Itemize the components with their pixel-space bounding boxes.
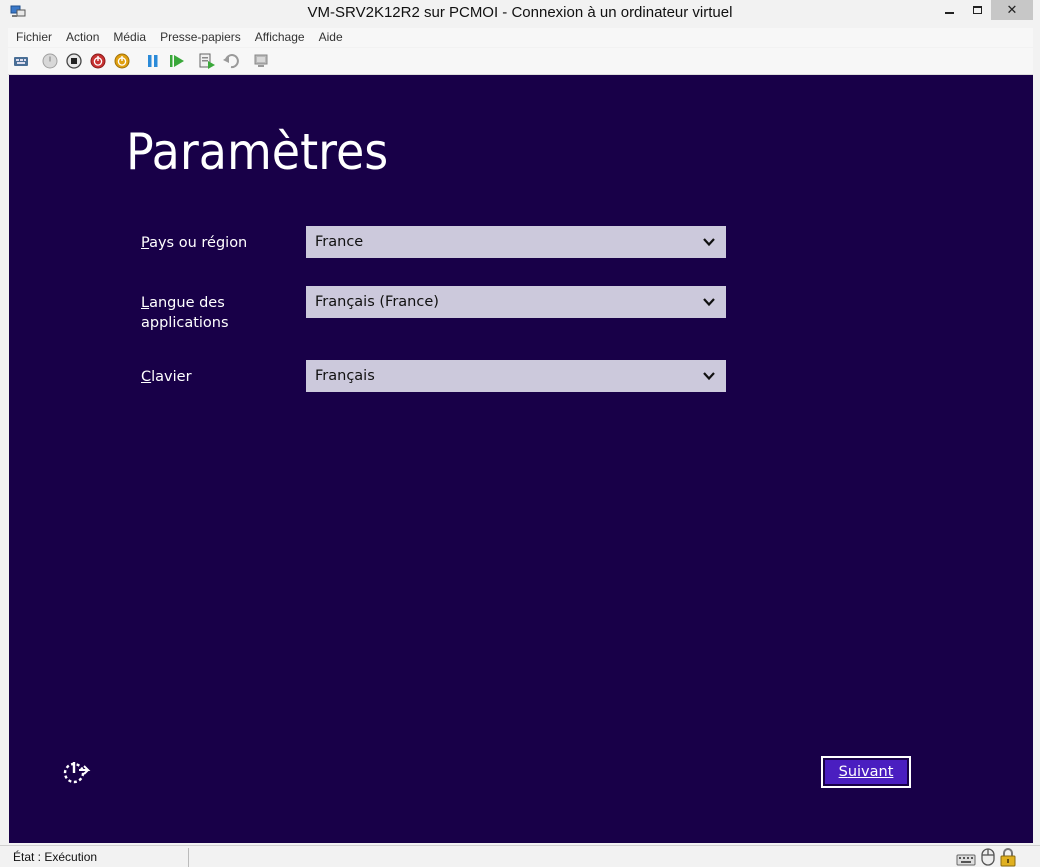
lock-icon	[1000, 848, 1016, 867]
keyboard-label-text: lavier	[151, 369, 192, 385]
chevron-down-icon	[703, 372, 715, 381]
chevron-down-icon	[703, 238, 715, 247]
maximize-button[interactable]	[963, 0, 991, 20]
vm-screen[interactable]: Paramètres Pays ou région France Langue …	[9, 75, 1033, 843]
window-title: VM-SRV2K12R2 sur PCMOI - Connexion à un …	[307, 4, 733, 21]
app-language-label-text: angue des	[149, 295, 225, 311]
pause-icon[interactable]	[144, 52, 162, 70]
app-language-select[interactable]: Français (France)	[306, 286, 726, 318]
country-select[interactable]: France	[306, 226, 726, 258]
country-label-text: ays ou région	[149, 235, 248, 251]
next-button[interactable]: Suivant	[821, 756, 911, 788]
ease-of-access-icon[interactable]	[62, 758, 92, 788]
menu-presse-papiers[interactable]: Presse-papiers	[160, 28, 241, 47]
close-icon: ✕	[1006, 2, 1018, 17]
next-button-face: Suivant	[825, 760, 907, 784]
next-button-accesskey: S	[838, 764, 848, 780]
ctrl-alt-del-icon[interactable]	[12, 52, 30, 70]
menu-action[interactable]: Action	[66, 28, 99, 47]
menu-media[interactable]: Média	[113, 28, 146, 47]
page-title: Paramètres	[126, 123, 389, 181]
menu-fichier[interactable]: Fichier	[16, 28, 52, 47]
start-icon[interactable]	[41, 52, 59, 70]
status-separator	[188, 848, 189, 867]
chevron-down-icon	[703, 298, 715, 307]
revert-icon[interactable]	[222, 52, 240, 70]
enhanced-session-icon[interactable]	[252, 52, 270, 70]
minimize-icon	[944, 12, 954, 14]
mouse-icon	[981, 848, 995, 866]
app-language-label-accesskey: L	[141, 295, 150, 311]
turn-off-icon[interactable]	[65, 52, 83, 70]
country-label: Pays ou région	[141, 233, 247, 253]
app-language-label: Langue des applications	[141, 293, 229, 333]
menu-aide[interactable]: Aide	[319, 28, 343, 47]
country-label-accesskey: P	[141, 235, 150, 251]
minimize-button[interactable]	[935, 0, 963, 20]
shutdown-icon[interactable]	[89, 52, 107, 70]
app-language-label-line2: applications	[141, 315, 229, 331]
window-title-bar[interactable]: VM-SRV2K12R2 sur PCMOI - Connexion à un …	[0, 0, 1040, 26]
status-bar: État : Exécution	[0, 845, 1040, 867]
next-button-label: uivant	[847, 764, 894, 780]
resume-icon[interactable]	[168, 52, 186, 70]
close-button[interactable]: ✕	[991, 0, 1033, 20]
power-icon[interactable]	[113, 52, 131, 70]
keyboard-label-accesskey: C	[141, 369, 152, 385]
maximize-icon	[972, 6, 982, 14]
keyboard-select-value: Français	[315, 368, 375, 384]
menu-bar: Fichier Action Média Presse-papiers Affi…	[8, 28, 1033, 47]
menu-affichage[interactable]: Affichage	[255, 28, 305, 47]
keyboard-label: Clavier	[141, 367, 192, 387]
country-select-value: France	[315, 234, 364, 250]
keyboard-icon	[956, 854, 976, 866]
app-language-select-value: Français (France)	[315, 294, 439, 310]
vm-state-text: État : Exécution	[13, 850, 98, 864]
checkpoint-icon[interactable]	[198, 52, 216, 70]
toolbar	[8, 48, 1033, 75]
keyboard-select[interactable]: Français	[306, 360, 726, 392]
